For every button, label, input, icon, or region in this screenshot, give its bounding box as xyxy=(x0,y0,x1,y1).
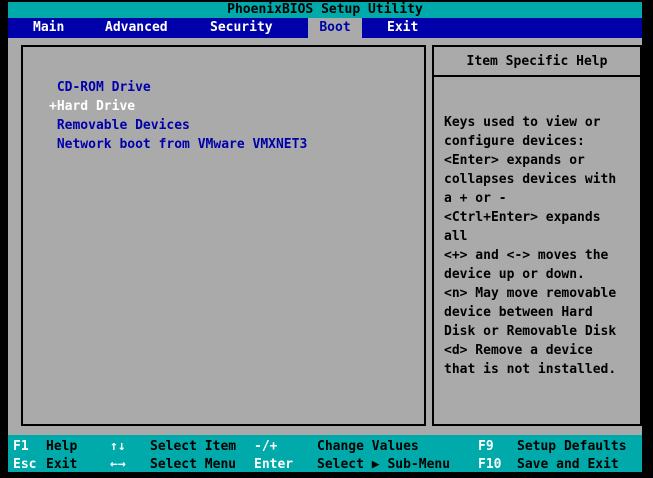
key-updown-icon: ↑↓ xyxy=(110,439,126,454)
help-line: <+> and <-> moves the xyxy=(444,248,609,263)
hint-select-item: Select Item xyxy=(150,439,237,454)
key-leftright-icon: ←→ xyxy=(110,457,126,472)
bios-screen: PhoenixBIOS Setup Utility Main Advanced … xyxy=(8,2,642,472)
help-line: <n> May move removable xyxy=(444,286,617,301)
help-line: device between Hard xyxy=(444,305,593,320)
help-panel-title: Item Specific Help xyxy=(434,47,640,77)
help-line: device up or down. xyxy=(444,267,585,282)
help-line: configure devices: xyxy=(444,134,585,149)
expand-prefix xyxy=(49,80,57,95)
hint-select-menu: Select Menu xyxy=(150,457,237,472)
boot-item-removable-devices[interactable]: Removable Devices xyxy=(23,116,424,135)
key-enter: Enter xyxy=(254,457,294,472)
hint-setup-defaults: Setup Defaults xyxy=(517,439,627,454)
help-text: Keys used to view or configure devices: … xyxy=(434,113,640,379)
key-hint-row-1: F1 Help ↑↓ Select Item -/+ Change Values… xyxy=(8,438,642,456)
key-hint-row-2: Esc Exit ←→ Select Menu Enter Select ▶ S… xyxy=(8,456,642,474)
hint-exit: Exit xyxy=(46,457,78,472)
boot-item-cdrom-drive[interactable]: CD-ROM Drive xyxy=(23,78,424,97)
key-hint-bar: F1 Help ↑↓ Select Item -/+ Change Values… xyxy=(8,435,642,472)
boot-device-panel: CD-ROM Drive +Hard Drive Removable Devic… xyxy=(21,45,426,426)
boot-item-label: Removable Devices xyxy=(56,118,190,133)
help-line: collapses devices with xyxy=(444,172,617,187)
boot-item-label: CD-ROM Drive xyxy=(56,80,151,95)
key-esc: Esc xyxy=(13,457,37,472)
expand-prefix xyxy=(49,137,57,152)
bios-body: CD-ROM Drive +Hard Drive Removable Devic… xyxy=(8,38,642,435)
key-f10: F10 xyxy=(478,457,502,472)
help-line: Disk or Removable Disk xyxy=(444,324,617,339)
boot-item-label: Hard Drive xyxy=(56,99,136,114)
menu-bar: Main Advanced Security Boot Exit xyxy=(8,18,642,38)
help-line: <Ctrl+Enter> expands xyxy=(444,210,601,225)
hint-save-and-exit: Save and Exit xyxy=(517,457,619,472)
hint-help: Help xyxy=(46,439,78,454)
expand-prefix: + xyxy=(49,99,57,114)
help-line: a + or - xyxy=(444,191,507,206)
key-minus-plus: -/+ xyxy=(254,439,278,454)
help-line: that is not installed. xyxy=(444,362,617,377)
tab-exit[interactable]: Exit xyxy=(387,18,418,38)
tab-boot[interactable]: Boot xyxy=(308,18,362,38)
key-f9: F9 xyxy=(478,439,494,454)
tab-main[interactable]: Main xyxy=(33,18,64,38)
boot-item-hard-drive[interactable]: +Hard Drive xyxy=(23,97,424,116)
help-panel: Item Specific Help Keys used to view or … xyxy=(432,45,642,426)
help-line: <Enter> expands or xyxy=(444,153,585,168)
boot-device-list: CD-ROM Drive +Hard Drive Removable Devic… xyxy=(23,47,424,154)
hint-change-values: Change Values xyxy=(317,439,419,454)
tab-security[interactable]: Security xyxy=(210,18,273,38)
help-line: Keys used to view or xyxy=(444,115,601,130)
expand-prefix xyxy=(49,118,57,133)
boot-item-network-boot[interactable]: Network boot from VMware VMXNET3 xyxy=(23,135,424,154)
help-line: all xyxy=(444,229,468,244)
help-line: <d> Remove a device xyxy=(444,343,593,358)
hint-select-submenu: Select ▶ Sub-Menu xyxy=(317,457,451,472)
title-bar: PhoenixBIOS Setup Utility xyxy=(8,2,642,18)
key-f1: F1 xyxy=(13,439,29,454)
boot-item-label: Network boot from VMware VMXNET3 xyxy=(56,137,308,152)
tab-advanced[interactable]: Advanced xyxy=(105,18,168,38)
